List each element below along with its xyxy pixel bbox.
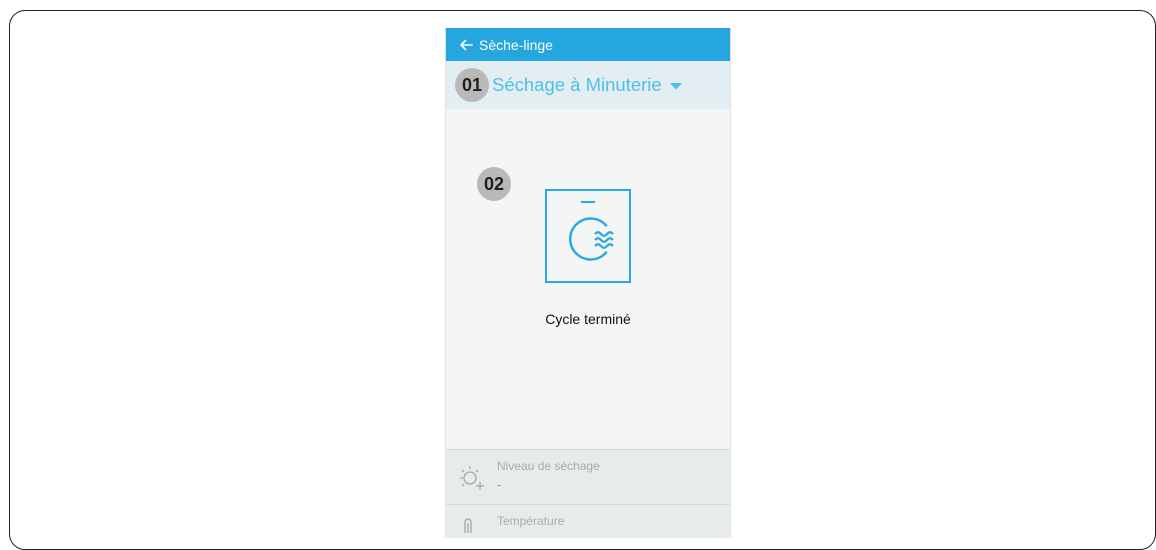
- option-row-temperature[interactable]: Température: [446, 504, 730, 538]
- mode-dropdown[interactable]: Séchage à Minuterie: [492, 74, 682, 96]
- caret-down-icon: [669, 77, 682, 95]
- phone-screen: Sèche-linge 01 Séchage à Minuterie 02 Cy…: [445, 28, 731, 538]
- callout-badge-02: 02: [477, 167, 511, 201]
- app-bar: Sèche-linge: [446, 28, 730, 61]
- cycle-status-text: Cycle terminé: [545, 311, 631, 327]
- temperature-label: Température: [497, 514, 565, 528]
- dry-level-label: Niveau de séchage: [497, 459, 600, 473]
- mode-bar: 01 Séchage à Minuterie: [446, 61, 730, 109]
- option-row-dry-level[interactable]: Niveau de séchage -: [446, 449, 730, 504]
- dryer-icon: [545, 189, 631, 288]
- arrow-left-icon[interactable]: [455, 34, 477, 56]
- temperature-icon: [461, 517, 475, 538]
- mode-label: Séchage à Minuterie: [492, 74, 662, 95]
- callout-badge-01: 01: [455, 68, 489, 102]
- dry-level-value: -: [497, 477, 502, 492]
- dry-level-icon: [457, 464, 485, 497]
- app-title: Sèche-linge: [479, 36, 553, 53]
